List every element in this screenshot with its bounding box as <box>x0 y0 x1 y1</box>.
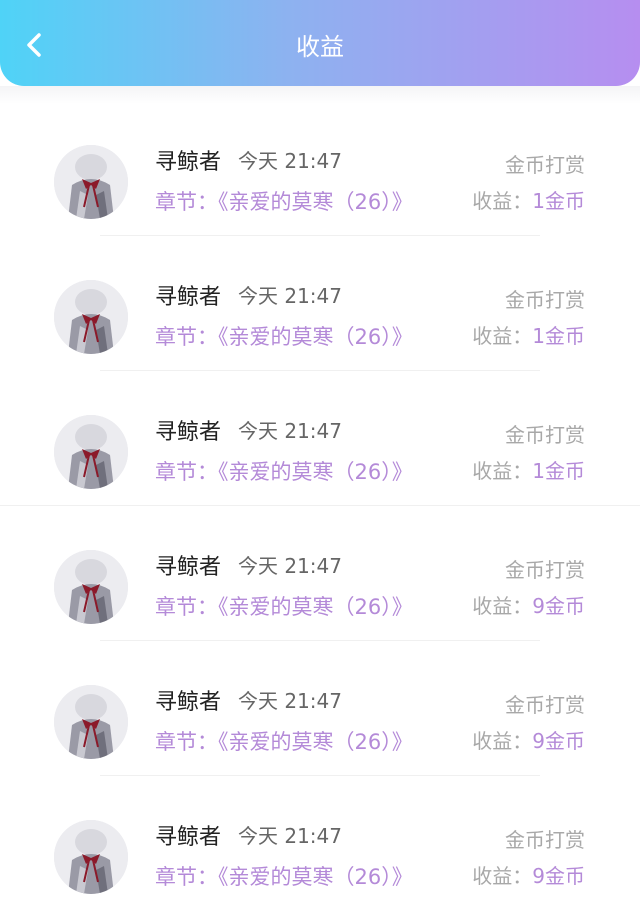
user-name: 寻鲸者 <box>155 150 222 175</box>
timestamp: 今天 21:47 <box>238 824 342 848</box>
earnings-label: 收益： <box>472 729 533 753</box>
user-name: 寻鲸者 <box>155 690 222 715</box>
list-item[interactable]: 寻鲸者 今天 21:47 章节：《亲爱的莫寒（26）》 金币打赏 收益：1金币 <box>0 100 640 236</box>
earnings-value: 9金币 <box>532 729 585 753</box>
list-item[interactable]: 寻鲸者 今天 21:47 章节：《亲爱的莫寒（26）》 金币打赏 收益：9金币 <box>0 505 640 641</box>
earnings-label: 收益： <box>472 459 533 483</box>
list-item[interactable]: 寻鲸者 今天 21:47 章节：《亲爱的莫寒（26）》 金币打赏 收益：1金币 <box>0 235 640 371</box>
earnings-list: 寻鲸者 今天 21:47 章节：《亲爱的莫寒（26）》 金币打赏 收益：1金币 … <box>0 100 640 910</box>
earnings-label: 收益： <box>472 594 533 618</box>
avatar <box>54 280 128 354</box>
reward-type: 金币打赏 <box>505 288 585 312</box>
user-name: 寻鲸者 <box>155 555 222 580</box>
chapter-link[interactable]: 章节：《亲爱的莫寒（26）》 <box>155 864 413 890</box>
earnings-value: 9金币 <box>532 594 585 618</box>
chapter-link[interactable]: 章节：《亲爱的莫寒（26）》 <box>155 189 413 215</box>
earnings: 收益：1金币 <box>472 459 585 483</box>
page-title: 收益 <box>296 33 344 61</box>
list-item[interactable]: 寻鲸者 今天 21:47 章节：《亲爱的莫寒（26）》 金币打赏 收益：1金币 <box>0 370 640 506</box>
user-name: 寻鲸者 <box>155 825 222 850</box>
earnings-value: 9金币 <box>532 864 585 888</box>
avatar <box>54 550 128 624</box>
earnings: 收益：1金币 <box>472 324 585 348</box>
earnings-label: 收益： <box>472 864 533 888</box>
earnings-value: 1金币 <box>532 189 585 213</box>
earnings: 收益：9金币 <box>472 729 585 753</box>
avatar <box>54 415 128 489</box>
reward-type: 金币打赏 <box>505 153 585 177</box>
chapter-link[interactable]: 章节：《亲爱的莫寒（26）》 <box>155 459 413 485</box>
timestamp: 今天 21:47 <box>238 149 342 173</box>
earnings: 收益：9金币 <box>472 594 585 618</box>
earnings-label: 收益： <box>472 324 533 348</box>
timestamp: 今天 21:47 <box>238 554 342 578</box>
user-name: 寻鲸者 <box>155 285 222 310</box>
avatar <box>54 145 128 219</box>
earnings-label: 收益： <box>472 189 533 213</box>
reward-type: 金币打赏 <box>505 423 585 447</box>
earnings-value: 1金币 <box>532 324 585 348</box>
timestamp: 今天 21:47 <box>238 419 342 443</box>
reward-type: 金币打赏 <box>505 693 585 717</box>
user-name: 寻鲸者 <box>155 420 222 445</box>
list-item[interactable]: 寻鲸者 今天 21:47 章节：《亲爱的莫寒（26）》 金币打赏 收益：9金币 <box>0 640 640 776</box>
earnings: 收益：9金币 <box>472 864 585 888</box>
earnings-value: 1金币 <box>532 459 585 483</box>
avatar <box>54 685 128 759</box>
avatar <box>54 820 128 894</box>
list-item[interactable]: 寻鲸者 今天 21:47 章节：《亲爱的莫寒（26）》 金币打赏 收益：9金币 <box>0 775 640 910</box>
chapter-link[interactable]: 章节：《亲爱的莫寒（26）》 <box>155 594 413 620</box>
reward-type: 金币打赏 <box>505 828 585 852</box>
chapter-link[interactable]: 章节：《亲爱的莫寒（26）》 <box>155 729 413 755</box>
earnings: 收益：1金币 <box>472 189 585 213</box>
reward-type: 金币打赏 <box>505 558 585 582</box>
chapter-link[interactable]: 章节：《亲爱的莫寒（26）》 <box>155 324 413 350</box>
timestamp: 今天 21:47 <box>238 284 342 308</box>
header-bar: 收益 <box>0 0 640 86</box>
timestamp: 今天 21:47 <box>238 689 342 713</box>
